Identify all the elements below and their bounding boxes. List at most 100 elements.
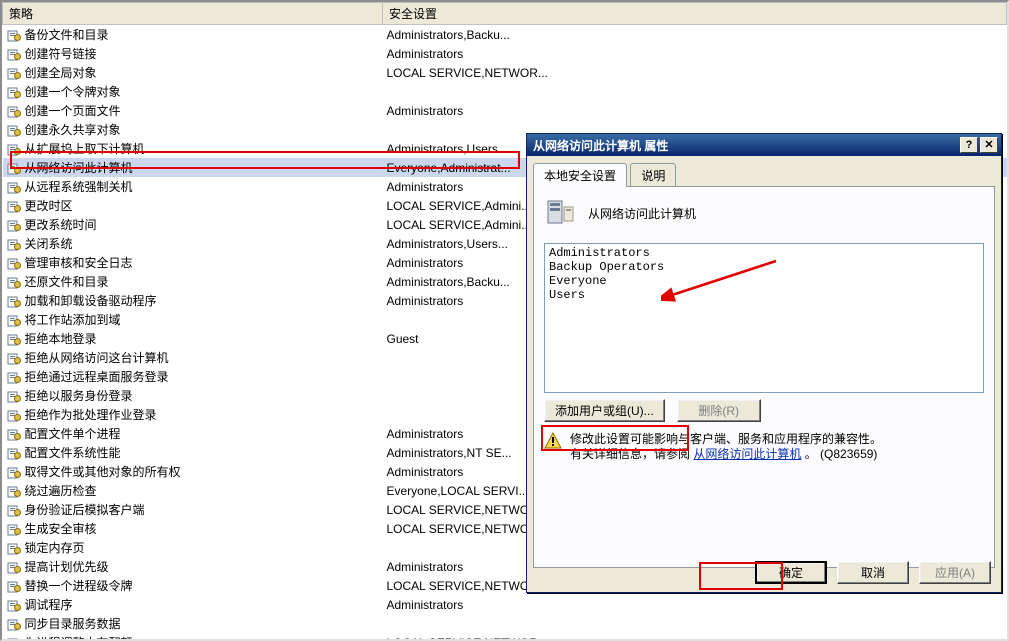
dialog-heading: 从网络访问此计算机 <box>588 205 696 222</box>
policy-label: 拒绝本地登录 <box>25 332 97 346</box>
policy-icon <box>7 28 21 42</box>
policy-row[interactable]: 同步目录服务数据 <box>3 614 1007 633</box>
policy-icon <box>7 579 21 593</box>
kb-link[interactable]: 从网络访问此计算机 <box>693 447 801 461</box>
policy-label: 拒绝从网络访问这台计算机 <box>25 351 169 365</box>
policy-icon <box>7 313 21 327</box>
policy-label: 从扩展坞上取下计算机 <box>25 142 145 156</box>
policy-icon <box>7 503 21 517</box>
policy-icon <box>7 408 21 422</box>
policy-label: 从远程系统强制关机 <box>25 180 133 194</box>
policy-label: 将工作站添加到域 <box>25 313 121 327</box>
policy-icon <box>7 123 21 137</box>
policy-icon <box>7 332 21 346</box>
policy-label: 同步目录服务数据 <box>25 617 121 631</box>
policy-setting: LOCAL SERVICE,NETWOR... <box>383 63 1007 82</box>
policy-icon <box>7 218 21 232</box>
policy-label: 调试程序 <box>25 598 73 612</box>
tab-panel-local: 从网络访问此计算机 Administrators Backup Operator… <box>533 186 995 568</box>
help-button[interactable]: ? <box>960 137 978 153</box>
policy-setting: Administrators <box>383 595 1007 614</box>
tab-explain[interactable]: 说明 <box>630 163 676 187</box>
policy-label: 拒绝作为批处理作业登录 <box>25 408 157 422</box>
policy-icon <box>7 142 21 156</box>
policy-label: 锁定内存页 <box>25 541 85 555</box>
dialog-tabs: 本地安全设置 说明 <box>533 162 995 186</box>
policy-icon <box>7 47 21 61</box>
policy-label: 更改系统时间 <box>25 218 97 232</box>
policy-label: 提高计划优先级 <box>25 560 109 574</box>
compat-warning: 修改此设置可能影响与客户端、服务和应用程序的兼容性。 有关详细信息，请参阅 从网… <box>544 432 984 462</box>
policy-label: 创建永久共享对象 <box>25 123 121 137</box>
policy-label: 关闭系统 <box>25 237 73 251</box>
policy-setting <box>383 614 1007 633</box>
policy-label: 配置文件系统性能 <box>25 446 121 460</box>
policy-label: 身份验证后模拟客户端 <box>25 503 145 517</box>
dialog-button-row: 确定 取消 应用(A) <box>755 561 991 584</box>
dialog-titlebar[interactable]: 从网络访问此计算机 属性 ? ✕ <box>527 134 1001 156</box>
policy-label: 取得文件或其他对象的所有权 <box>25 465 181 479</box>
apply-button[interactable]: 应用(A) <box>919 561 991 584</box>
dialog-title: 从网络访问此计算机 属性 <box>533 137 958 154</box>
policy-icon <box>7 351 21 365</box>
policy-icon <box>7 598 21 612</box>
policy-icon <box>7 617 21 631</box>
policy-row[interactable]: 调试程序 Administrators <box>3 595 1007 614</box>
properties-dialog: 从网络访问此计算机 属性 ? ✕ 本地安全设置 说明 从网络访问此计算机 Adm… <box>526 133 1002 593</box>
policy-icon <box>7 636 21 641</box>
policy-icon <box>7 541 21 555</box>
policy-icon <box>7 66 21 80</box>
policy-icon <box>7 161 21 175</box>
policy-icon <box>7 522 21 536</box>
policy-icon <box>7 427 21 441</box>
policy-icon <box>7 237 21 251</box>
policy-icon <box>7 275 21 289</box>
policy-label: 为进程调整内存配额 <box>25 636 133 641</box>
warning-icon <box>544 432 562 450</box>
policy-label: 加载和卸载设备驱动程序 <box>25 294 157 308</box>
policy-row[interactable]: 备份文件和目录 Administrators,Backu... <box>3 25 1007 45</box>
policy-setting: Administrators <box>383 44 1007 63</box>
policy-row[interactable]: 为进程调整内存配额 LOCAL SERVICE,NETWOR... <box>3 633 1007 641</box>
policy-icon <box>7 180 21 194</box>
policy-icon <box>7 389 21 403</box>
add-user-group-button[interactable]: 添加用户或组(U)... <box>544 399 665 422</box>
policy-row[interactable]: 创建全局对象 LOCAL SERVICE,NETWOR... <box>3 63 1007 82</box>
close-button[interactable]: ✕ <box>980 137 998 153</box>
policy-label: 创建符号链接 <box>25 47 97 61</box>
policy-icon <box>7 256 21 270</box>
policy-label: 创建全局对象 <box>25 66 97 80</box>
policy-label: 备份文件和目录 <box>25 28 109 42</box>
policy-icon <box>7 85 21 99</box>
policy-label: 拒绝通过远程桌面服务登录 <box>25 370 169 384</box>
policy-icon <box>7 104 21 118</box>
policy-icon <box>7 199 21 213</box>
policy-label: 绕过遍历检查 <box>25 484 97 498</box>
ok-button[interactable]: 确定 <box>755 561 827 584</box>
cancel-button[interactable]: 取消 <box>837 561 909 584</box>
policy-icon <box>7 484 21 498</box>
policy-label: 管理审核和安全日志 <box>25 256 133 270</box>
policy-label: 拒绝以服务身份登录 <box>25 389 133 403</box>
policy-icon <box>7 294 21 308</box>
policy-label: 还原文件和目录 <box>25 275 109 289</box>
policy-icon <box>7 465 21 479</box>
policy-icon <box>7 560 21 574</box>
server-icon <box>544 197 576 229</box>
policy-setting <box>383 82 1007 101</box>
remove-button[interactable]: 删除(R) <box>677 399 761 422</box>
col-policy[interactable]: 策略 <box>3 3 383 25</box>
policy-label: 更改时区 <box>25 199 73 213</box>
col-setting[interactable]: 安全设置 <box>383 3 1007 25</box>
policy-setting: Administrators,Backu... <box>383 25 1007 45</box>
tab-local-security[interactable]: 本地安全设置 <box>533 163 627 187</box>
policy-icon <box>7 370 21 384</box>
policy-label: 配置文件单个进程 <box>25 427 121 441</box>
policy-row[interactable]: 创建一个令牌对象 <box>3 82 1007 101</box>
policy-row[interactable]: 创建符号链接 Administrators <box>3 44 1007 63</box>
members-listbox[interactable]: Administrators Backup Operators Everyone… <box>544 243 984 393</box>
policy-label: 替换一个进程级令牌 <box>25 579 133 593</box>
policy-setting: LOCAL SERVICE,NETWOR... <box>383 633 1007 641</box>
policy-label: 创建一个令牌对象 <box>25 85 121 99</box>
policy-row[interactable]: 创建一个页面文件Administrators <box>3 101 1007 120</box>
